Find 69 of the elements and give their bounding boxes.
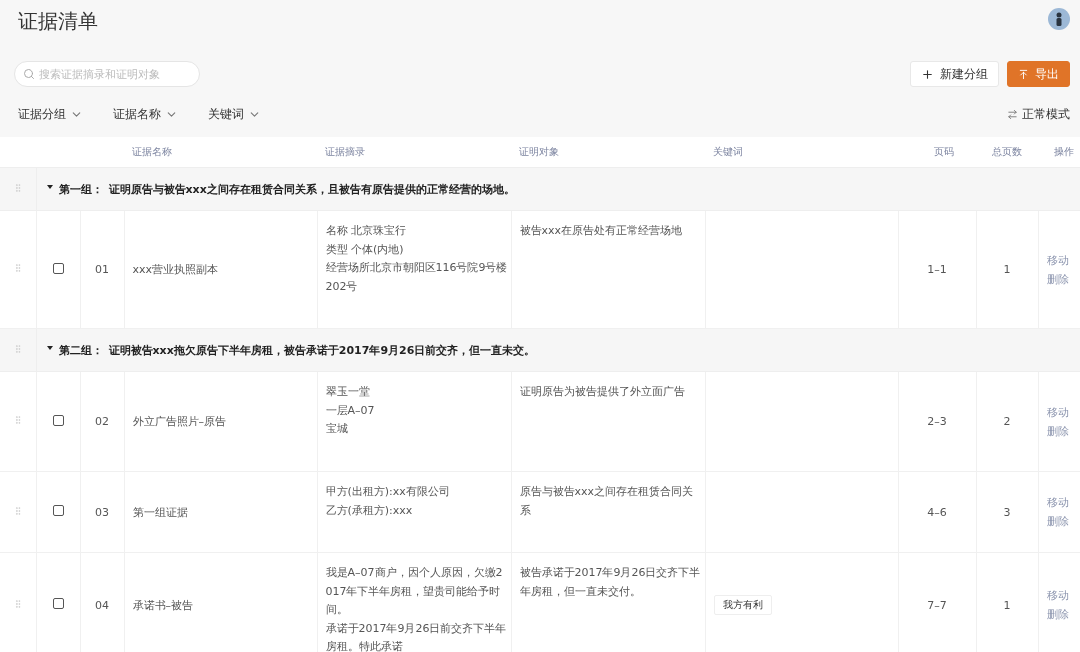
page-count: 1 xyxy=(1003,598,1011,612)
page-range: 7–7 xyxy=(927,598,947,612)
row-checkbox[interactable] xyxy=(52,598,64,609)
row-number: 03 xyxy=(95,505,109,519)
page-range: 2–3 xyxy=(927,415,947,428)
proof-object-text: 证明原告为被告提供了外立面广告 xyxy=(519,384,686,400)
plus-icon xyxy=(921,67,934,81)
evidence-name: 外立广告照片–原告 xyxy=(132,415,226,428)
keyword-tag: 我方有利 xyxy=(713,595,772,615)
group-label: 第二组： xyxy=(58,342,103,358)
page-count: 1 xyxy=(1003,263,1011,276)
page-count: 2 xyxy=(1003,415,1011,428)
proof-object-text: 被告xxx在原告处有正常经营场地 xyxy=(519,223,684,239)
group-label: 第一组： xyxy=(58,181,103,197)
row-number: 04 xyxy=(95,598,109,612)
filter-dropdown[interactable]: 证据名称 xyxy=(113,105,178,123)
column-header: 证据名称 xyxy=(132,146,172,157)
filter-dropdown[interactable]: 关键词 xyxy=(208,105,261,123)
excerpt-text: 我是A–07商户，因个人原因，欠缴2 xyxy=(325,565,503,581)
new-group-button[interactable]: 新建分组 xyxy=(910,61,999,87)
evidence-name: xxx营业执照副本 xyxy=(132,263,219,276)
delete-link[interactable]: 删除 xyxy=(1046,605,1072,624)
column-header: 操作 xyxy=(1054,146,1074,157)
excerpt-text: 202号 xyxy=(325,278,359,295)
excerpt-text: 翠玉一堂 xyxy=(325,384,371,400)
excerpt-text: 间。 xyxy=(325,602,349,619)
delete-link[interactable]: 删除 xyxy=(1046,269,1072,289)
row-number: 02 xyxy=(95,415,109,428)
excerpt-text: 类型 个体(内地) xyxy=(325,241,405,258)
excerpt-text: 宝城 xyxy=(325,421,349,438)
excerpt-text: 甲方(出租方):xx有限公司 xyxy=(325,484,451,500)
group-title: 证明被告xxx拖欠原告下半年房租，被告承诺于2017年9月26日前交齐，但一直未交。 xyxy=(108,342,536,358)
page-count: 3 xyxy=(1003,505,1011,519)
page-range: 1–1 xyxy=(927,263,947,276)
evidence-name: 第一组证据 xyxy=(132,505,188,519)
row-checkbox[interactable] xyxy=(52,505,64,516)
excerpt-text: 房租。特此承诺 xyxy=(325,639,404,652)
excerpt-text: 一层A–07 xyxy=(325,402,376,419)
page-range: 4–6 xyxy=(927,505,947,519)
group-title: 证明原告与被告xxx之间存在租赁合同关系，且被告有原告提供的正常经营的场地。 xyxy=(108,181,515,197)
proof-object-text: 原告与被告xxx之间存在租赁合同关 xyxy=(519,484,695,500)
move-link[interactable]: 移动 xyxy=(1046,586,1072,605)
swap-icon xyxy=(1007,108,1018,120)
column-header: 关键词 xyxy=(713,146,743,157)
column-header: 总页数 xyxy=(992,146,1022,157)
move-link[interactable]: 移动 xyxy=(1046,250,1072,270)
proof-object-text: 年房租，但一直未交付。 xyxy=(519,583,642,600)
page-title: 证据清单 xyxy=(18,8,98,35)
move-link[interactable]: 移动 xyxy=(1046,402,1072,422)
filter-dropdown[interactable]: 证据分组 xyxy=(18,105,83,123)
column-header: 页码 xyxy=(934,146,954,157)
column-header: 证明对象 xyxy=(519,146,559,157)
excerpt-text: 017年下半年房租，望贵司能给予时 xyxy=(325,583,502,600)
proof-object-text: 系 xyxy=(519,502,532,519)
row-checkbox[interactable] xyxy=(52,262,64,274)
mode-toggle[interactable]: 正常模式 xyxy=(1007,105,1070,123)
avatar[interactable] xyxy=(1048,8,1070,30)
evidence-name: 承诺书–被告 xyxy=(132,598,193,612)
delete-link[interactable]: 删除 xyxy=(1046,512,1072,531)
export-button[interactable]: 导出 xyxy=(1007,61,1070,87)
delete-link[interactable]: 删除 xyxy=(1046,421,1072,441)
excerpt-text: 乙方(承租方):xxx xyxy=(325,502,414,519)
move-link[interactable]: 移动 xyxy=(1046,493,1072,512)
row-number: 01 xyxy=(95,263,109,276)
search-icon xyxy=(23,68,35,80)
upload-icon xyxy=(1018,68,1029,80)
row-checkbox[interactable] xyxy=(52,414,64,426)
column-header: 证据摘录 xyxy=(325,146,365,157)
excerpt-text: 名称 北京珠宝行 xyxy=(325,223,407,239)
